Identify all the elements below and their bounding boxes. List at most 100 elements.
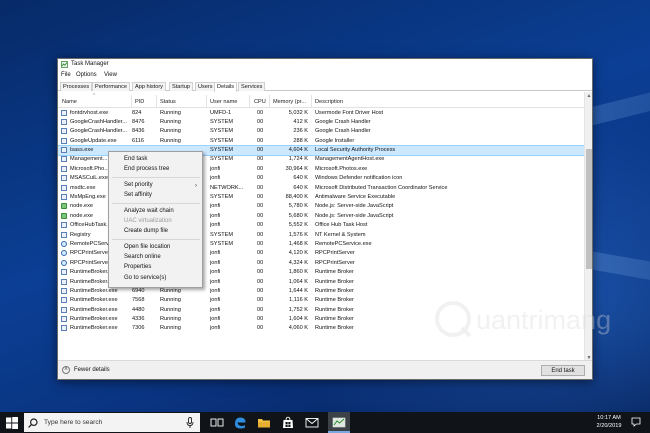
menu-view[interactable]: View — [104, 72, 117, 78]
application-process-icon — [61, 137, 67, 144]
column-divider[interactable] — [311, 95, 312, 107]
title-bar[interactable]: Task Manager — [58, 59, 592, 70]
application-process-icon — [61, 297, 67, 304]
cell-name: fontdrvhost.exe — [70, 109, 109, 116]
submenu-arrow-icon: › — [195, 183, 197, 189]
cell-status: Running — [160, 128, 181, 135]
column-header-status[interactable]: Status — [160, 99, 176, 105]
cell-memory: 1,724 K — [288, 156, 308, 163]
context-menu-open-file-location[interactable]: Open file location — [124, 244, 170, 250]
context-menu-analyze-wait-chain[interactable]: Analyze wait chain — [124, 208, 174, 214]
column-header-pid[interactable]: PID — [135, 99, 144, 105]
rpc-process-icon — [61, 259, 67, 266]
cell-user: jonfi — [210, 306, 221, 313]
cell-user: jonfi — [210, 297, 221, 304]
cell-memory: 4,120 K — [288, 250, 308, 257]
column-divider[interactable] — [131, 95, 132, 107]
microphone-icon[interactable] — [186, 417, 194, 429]
cell-description: Google Crash Handler — [315, 128, 371, 135]
cell-memory: 4,060 K — [288, 325, 308, 332]
context-menu-create-dump-file[interactable]: Create dump file — [124, 228, 168, 234]
fewer-details-link[interactable]: Fewer details — [74, 367, 110, 373]
menu-file[interactable]: File — [61, 72, 71, 78]
application-process-icon — [61, 287, 67, 294]
cell-memory: 1,644 K — [288, 287, 308, 294]
notification-center-icon[interactable] — [631, 417, 641, 427]
tab-app-history[interactable]: App history — [132, 82, 166, 91]
cell-description: Local Security Authority Process — [315, 147, 396, 154]
menu-options[interactable]: Options — [76, 72, 97, 78]
scroll-up-arrow-icon[interactable]: ▲ — [586, 93, 592, 99]
column-header-description[interactable]: Description — [315, 99, 343, 105]
context-menu-properties[interactable]: Properties — [124, 264, 151, 270]
context-menu-end-task[interactable]: End task — [124, 156, 147, 162]
table-row[interactable]: GoogleUpdate.exe 6116 Running SYSTEM 00 288 K… — [58, 136, 592, 145]
cell-description: ManagementAgentHost.exe — [315, 156, 385, 163]
end-task-button[interactable]: End task — [541, 365, 585, 376]
application-process-icon — [61, 109, 67, 116]
taskbar-active-app[interactable] — [328, 412, 350, 433]
cell-memory: 640 K — [293, 184, 308, 191]
cell-status: Running — [160, 118, 181, 125]
cell-memory: 640 K — [293, 175, 308, 182]
context-menu-set-affinity[interactable]: Set affinity — [124, 192, 152, 198]
store-icon[interactable] — [281, 416, 295, 429]
column-divider[interactable] — [156, 95, 157, 107]
cell-memory: 5,780 K — [288, 203, 308, 210]
table-header: ^ Name PID Status User name CPU Memory (… — [58, 92, 592, 108]
windows-start-icon[interactable] — [6, 417, 18, 429]
cell-cpu: 00 — [257, 203, 264, 210]
column-header-cpu[interactable]: CPU — [254, 99, 266, 105]
table-row[interactable]: fontdrvhost.exe 824 Running UMFD-1 00 5,032 K… — [58, 108, 592, 117]
context-menu-end-process-tree[interactable]: End process tree — [124, 166, 169, 172]
watermark-text: uantrimang — [476, 305, 611, 335]
tab-users[interactable]: Users — [195, 82, 216, 91]
sort-caret-icon: ^ — [93, 93, 96, 99]
table-row[interactable]: GoogleCrashHandler... 8476 Running SYSTEM 00… — [58, 117, 592, 126]
cell-cpu: 00 — [257, 269, 264, 276]
menu-separator — [112, 203, 200, 204]
column-divider[interactable] — [269, 95, 270, 107]
cell-name: RuntimeBroker.exe — [70, 306, 118, 313]
application-process-icon — [61, 325, 67, 332]
column-divider[interactable] — [249, 95, 250, 107]
clock-time[interactable]: 10:17 AM — [592, 415, 626, 421]
cell-cpu: 00 — [257, 165, 264, 172]
cell-description: Microsoft Distributed Transaction Coordi… — [315, 184, 448, 191]
edge-icon[interactable] — [233, 416, 247, 429]
cell-pid: 8436 — [132, 128, 145, 135]
cell-cpu: 00 — [257, 137, 264, 144]
context-menu-go-to-services[interactable]: Go to service(s) — [124, 275, 166, 281]
column-header-memory[interactable]: Memory (pr... — [273, 99, 306, 105]
tab-startup[interactable]: Startup — [169, 82, 194, 91]
clock-date[interactable]: 2/20/2019 — [592, 423, 626, 429]
cell-user: jonfi — [210, 212, 221, 219]
application-process-icon — [61, 316, 67, 323]
application-process-icon — [61, 147, 67, 154]
application-process-icon — [61, 306, 67, 313]
tab-performance[interactable]: Performance — [92, 82, 131, 91]
cell-cpu: 00 — [257, 240, 264, 247]
column-header-user-name[interactable]: User name — [210, 99, 237, 105]
cell-memory: 1,468 K — [288, 240, 308, 247]
cell-user: SYSTEM — [210, 147, 234, 154]
file-explorer-icon[interactable] — [257, 416, 271, 429]
mail-icon[interactable] — [305, 416, 319, 429]
column-divider[interactable] — [206, 95, 207, 107]
tab-services[interactable]: Services — [238, 82, 266, 91]
taskbar-search-box[interactable]: Type here to search — [24, 413, 200, 432]
cell-user: SYSTEM — [210, 118, 234, 125]
context-menu-set-priority[interactable]: Set priority — [124, 182, 153, 188]
cell-status: Running — [160, 325, 181, 332]
cell-description: Office Hub Task Host — [315, 222, 368, 229]
tab-processes[interactable]: Processes — [60, 82, 93, 91]
task-view-icon[interactable] — [210, 416, 224, 429]
collapse-chevron-icon[interactable]: ˄ — [62, 366, 70, 374]
cell-memory: 1,752 K — [288, 306, 308, 313]
cell-memory: 1,604 K — [288, 316, 308, 323]
table-row[interactable]: GoogleCrashHandler... 8436 Running SYSTEM 00… — [58, 127, 592, 136]
context-menu-search-online[interactable]: Search online — [124, 254, 161, 260]
tab-details[interactable]: Details — [214, 82, 238, 92]
scrollbar-thumb[interactable] — [586, 149, 592, 269]
column-header-name[interactable]: Name — [62, 99, 77, 105]
